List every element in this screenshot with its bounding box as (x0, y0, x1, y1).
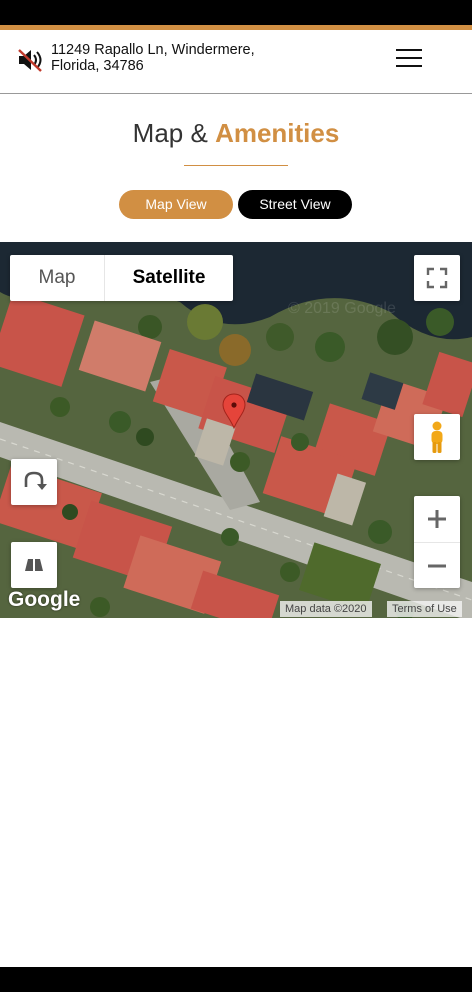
bottom-black-bar (0, 967, 472, 992)
hamburger-menu-icon[interactable] (396, 49, 424, 71)
zoom-out-icon[interactable] (414, 542, 460, 589)
map-type-satellite-option[interactable]: Satellite (105, 255, 233, 301)
map-type-map-option[interactable]: Map (10, 255, 105, 301)
title-prefix: Map & (132, 118, 208, 148)
title-divider (184, 165, 288, 166)
map-container[interactable]: © 2019 Google Map Satellite Google Map d… (0, 242, 472, 618)
address-line-2: Florida, 34786 (51, 58, 144, 74)
map-data-attribution: Map data ©2020 (280, 601, 372, 617)
street-view-pegman-icon[interactable] (414, 414, 460, 460)
address-line-1: 11249 Rapallo Ln, Windermere, (51, 42, 255, 58)
rotate-map-icon[interactable] (11, 459, 57, 505)
zoom-in-icon[interactable] (414, 496, 460, 542)
map-type-control: Map Satellite (10, 255, 233, 301)
street-view-button[interactable]: Street View (238, 190, 352, 219)
map-watermark: © 2019 Google (288, 300, 396, 317)
zoom-control (414, 496, 460, 588)
title-highlight: Amenities (215, 118, 340, 148)
map-view-button[interactable]: Map View (119, 190, 233, 219)
property-address: 11249 Rapallo Ln, Windermere, Florida, 3… (51, 42, 311, 74)
top-black-bar (0, 0, 472, 25)
google-logo[interactable]: Google (8, 588, 80, 612)
site-header: 11249 Rapallo Ln, Windermere, Florida, 3… (0, 30, 472, 94)
section-title: Map & Amenities (0, 118, 472, 149)
speaker-muted-icon[interactable] (16, 46, 44, 74)
terms-of-use-link[interactable]: Terms of Use (387, 601, 462, 617)
fullscreen-icon[interactable] (414, 255, 460, 301)
tilt-map-icon[interactable] (11, 542, 57, 588)
